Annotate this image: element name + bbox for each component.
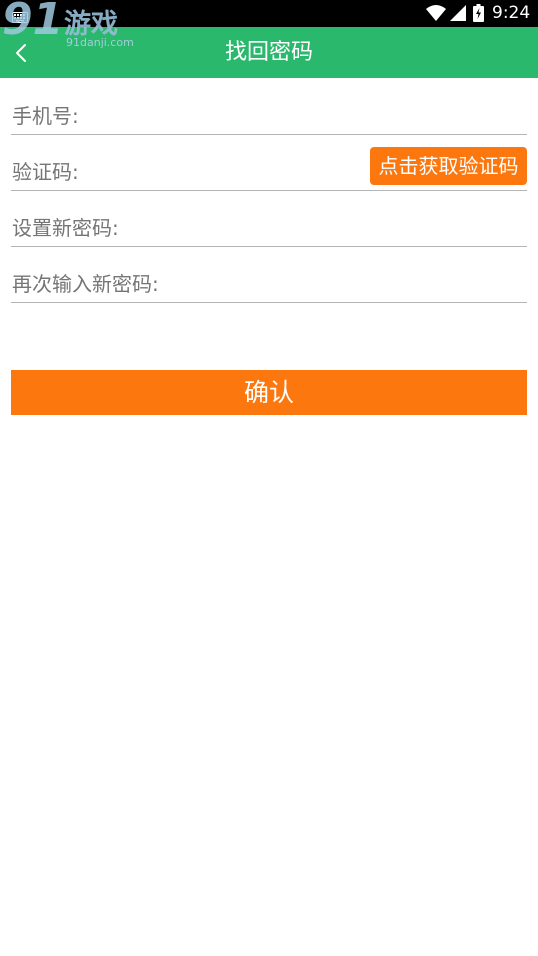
watermark-logo: 91 游戏 91danji.com (0, 0, 140, 56)
code-input[interactable] (111, 142, 362, 186)
status-time: 9:24 (492, 3, 531, 23)
confirm-button[interactable]: 确认 (11, 370, 527, 415)
wifi-icon (426, 5, 446, 25)
repeat-password-input[interactable] (191, 254, 527, 298)
new-password-input[interactable] (151, 198, 527, 242)
phone-input[interactable] (111, 86, 527, 130)
new-password-row: 设置新密码: (11, 190, 527, 247)
battery-icon (473, 4, 484, 26)
cell-signal-icon (450, 5, 466, 25)
get-code-button[interactable]: 点击获取验证码 (370, 147, 527, 185)
repeat-password-row: 再次输入新密码: (11, 246, 527, 303)
watermark-url: 91danji.com (66, 36, 134, 49)
new-password-label: 设置新密码: (12, 216, 119, 240)
phone-row: 手机号: (11, 78, 527, 135)
phone-label: 手机号: (12, 104, 79, 128)
repeat-password-label: 再次输入新密码: (12, 272, 159, 296)
code-label: 验证码: (12, 160, 79, 184)
watermark-number: 91 (2, 0, 64, 45)
